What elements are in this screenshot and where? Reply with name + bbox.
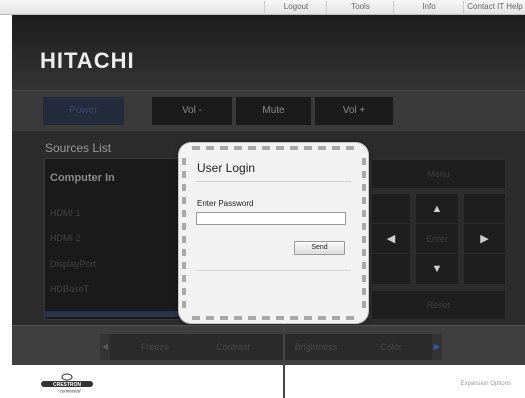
remote-blank-br (463, 253, 506, 285)
source-item-hdmi1[interactable]: HDMI 1 (50, 208, 81, 218)
dialog-title-divider (196, 181, 351, 182)
right-arrow-button[interactable]: ▶ (463, 223, 506, 255)
dialog-title: User Login (197, 161, 256, 175)
down-arrow-button[interactable]: ▼ (415, 253, 459, 285)
send-button[interactable]: Send (294, 241, 345, 255)
mute-button[interactable]: Mute (236, 97, 311, 125)
right-arrow-icon: ▶ (480, 233, 489, 245)
remote-blank-tl (371, 193, 411, 225)
dialog-bottom-divider (196, 270, 351, 271)
left-arrow-icon: ◀ (386, 233, 396, 245)
down-arrow-icon: ▼ (431, 263, 443, 275)
up-arrow-button[interactable]: ▲ (415, 193, 459, 225)
source-item-displayport[interactable]: DisplayPort (50, 259, 96, 269)
color-button[interactable]: Color (360, 334, 422, 360)
up-arrow-icon: ▲ (431, 203, 443, 215)
slider-left-icon[interactable]: ◀ (100, 334, 110, 360)
brand-logo: HITACHI (40, 48, 135, 73)
dialog-border-bottom (192, 316, 357, 320)
slider-right-icon[interactable]: ▶ (432, 334, 442, 360)
brightness-button[interactable]: Brightness (276, 334, 356, 360)
remote-blank-tr (463, 193, 506, 225)
source-item-hdmi2[interactable]: HDMI 2 (50, 233, 81, 243)
logout-link[interactable]: Logout (264, 1, 327, 13)
contrast-button[interactable]: Contrast (195, 334, 271, 360)
contact-it-help-link[interactable]: Contact IT Help (463, 1, 525, 13)
sources-list-title: Sources List (45, 141, 112, 155)
remote-blank-bl (371, 253, 411, 285)
reset-button[interactable]: Reset (371, 290, 506, 320)
left-arrow-button[interactable]: ◀ (371, 223, 411, 255)
callout-line (283, 310, 285, 398)
password-field[interactable] (196, 212, 346, 225)
enter-button[interactable]: Enter (415, 223, 459, 255)
volume-up-button[interactable]: Vol + (315, 97, 393, 125)
expansion-options-link[interactable]: Expansion Options (461, 381, 511, 387)
power-button[interactable]: Power (43, 97, 124, 125)
menu-button[interactable]: Menu (371, 159, 506, 189)
volume-down-button[interactable]: Vol - (152, 97, 232, 125)
dialog-border-left (182, 158, 186, 308)
dialog-border-right (362, 158, 366, 308)
password-label: Enter Password (197, 199, 254, 208)
sources-header: Computer In (50, 172, 115, 184)
crestron-logo-text: CRESTRON (53, 382, 81, 388)
tools-link[interactable]: Tools (326, 1, 394, 13)
dialog-border-top (192, 146, 357, 150)
source-selection-indicator (44, 311, 199, 317)
freeze-button[interactable]: Freeze (120, 334, 190, 360)
crestron-connected-logo: CRESTRON connected (38, 372, 96, 394)
source-item-hdbaset[interactable]: HDBaseT (50, 284, 89, 294)
connected-logo-text: connected (60, 389, 81, 394)
info-link[interactable]: Info (393, 1, 464, 13)
